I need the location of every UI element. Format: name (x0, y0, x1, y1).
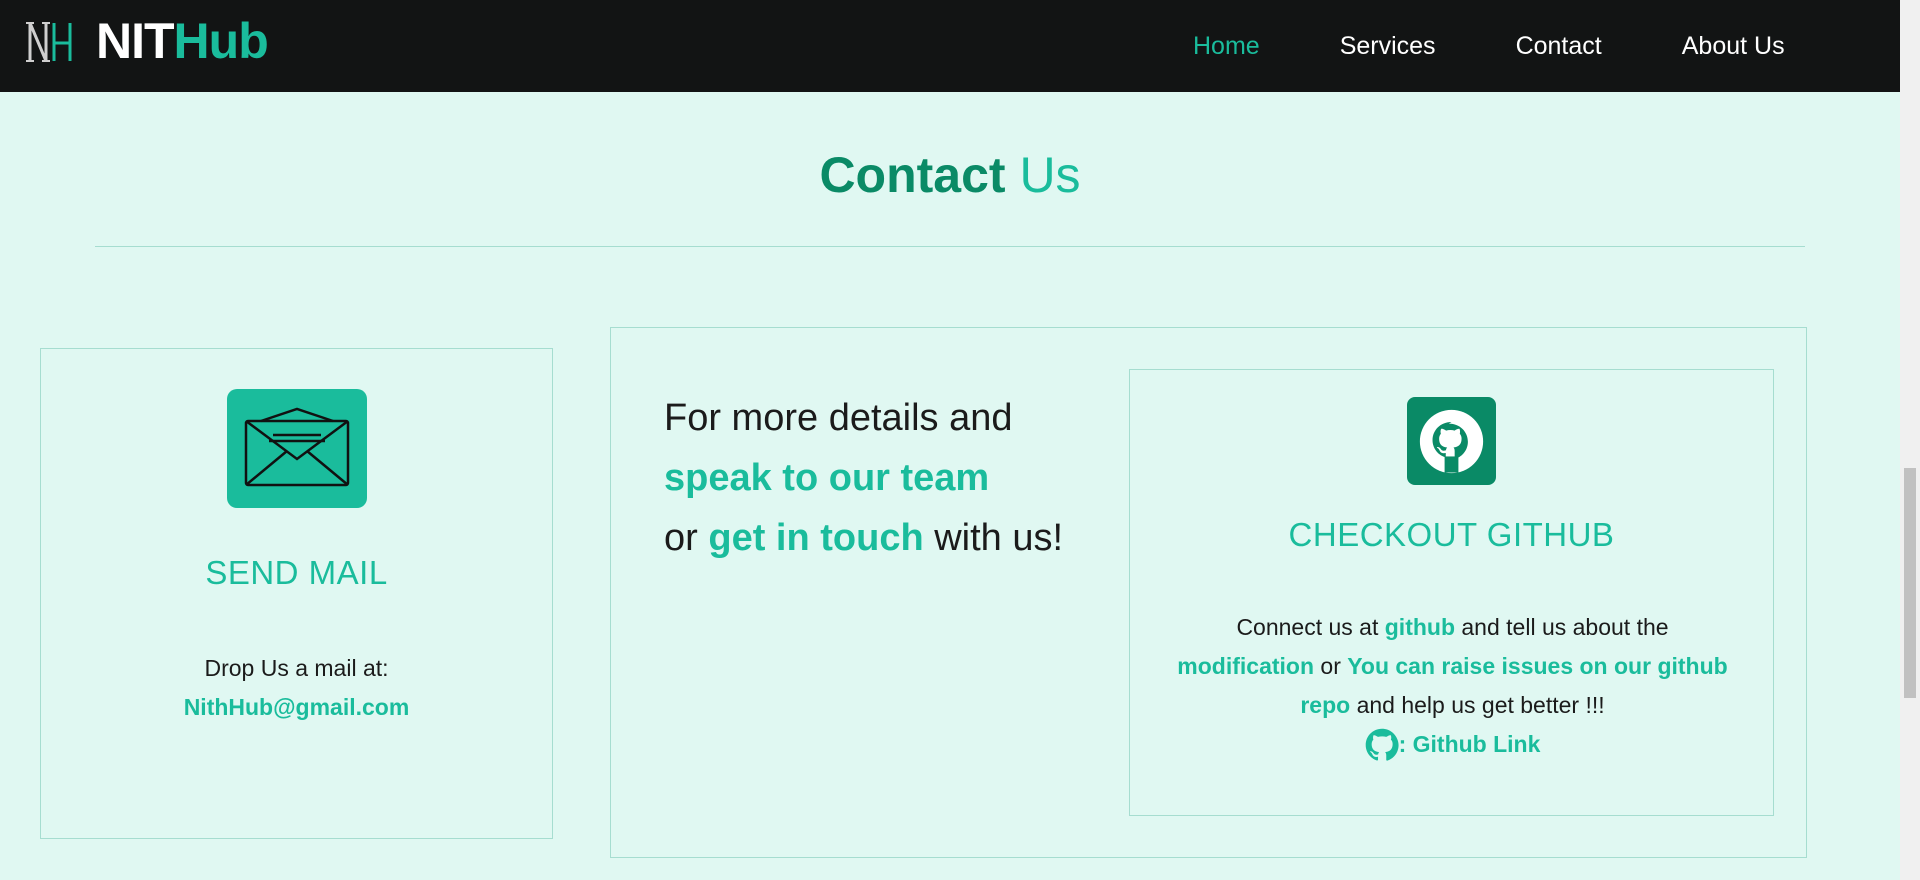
modification-link[interactable]: modification (1177, 653, 1314, 679)
nav-link-contact[interactable]: Contact (1516, 34, 1602, 59)
github-text3: or (1320, 653, 1341, 679)
github-card: CHECKOUT GITHUB Connect us at github and… (1129, 369, 1774, 816)
github-text2: and tell us about the (1461, 614, 1669, 640)
github-link-label: : Github Link (1398, 731, 1541, 757)
scrollbar-thumb[interactable] (1904, 468, 1916, 698)
send-mail-title: SEND MAIL (205, 554, 388, 591)
nav-links: Home Services Contact About Us (1193, 34, 1785, 59)
get-in-touch-link[interactable]: get in touch (708, 517, 923, 559)
email-link[interactable]: NithHub@gmail.com (41, 688, 552, 727)
speak-to-team-link[interactable]: speak to our team (664, 457, 989, 499)
brand-name-part1: NIT (96, 13, 175, 69)
send-mail-text: Drop Us a mail at: NithHub@gmail.com (41, 649, 552, 727)
page-scrollbar[interactable] (1900, 0, 1920, 880)
brand-name: NITHub (96, 13, 269, 69)
github-text1: Connect us at (1236, 614, 1379, 640)
contact-details-card: For more details and speak to our team o… (610, 327, 1807, 858)
nav-link-home[interactable]: Home (1193, 34, 1260, 59)
nav-link-services[interactable]: Services (1340, 34, 1436, 59)
github-inline-link[interactable]: github (1385, 614, 1455, 640)
cta-or: or (664, 517, 698, 559)
github-title: CHECKOUT GITHUB (1288, 516, 1615, 553)
brand-name-part2: Hub (173, 13, 269, 69)
send-mail-card: SEND MAIL Drop Us a mail at: NithHub@gma… (40, 348, 553, 839)
cta-tail: with us! (934, 517, 1064, 559)
cta-line1: For more details and (664, 397, 1013, 439)
send-mail-description: Drop Us a mail at: (204, 655, 389, 681)
nithub-logo-icon (26, 22, 72, 62)
page-title-part2: Us (1019, 147, 1081, 203)
github-icon[interactable] (1407, 397, 1496, 485)
brand-logo[interactable]: NITHub (24, 13, 269, 69)
page-title-part1: Contact (819, 147, 1006, 203)
github-description: Connect us at github and tell us about t… (1170, 608, 1735, 774)
navbar: NITHub Home Services Contact About Us (0, 0, 1900, 92)
cta-text: For more details and speak to our team o… (664, 388, 1064, 568)
title-divider (95, 246, 1805, 247)
envelope-icon[interactable] (227, 389, 367, 508)
page-title: Contact Us (0, 150, 1900, 200)
github-link[interactable]: : Github Link (1365, 725, 1541, 764)
nav-link-about-us[interactable]: About Us (1682, 34, 1785, 59)
github-small-icon (1365, 728, 1399, 761)
github-text4: and help us get better !!! (1356, 692, 1605, 718)
